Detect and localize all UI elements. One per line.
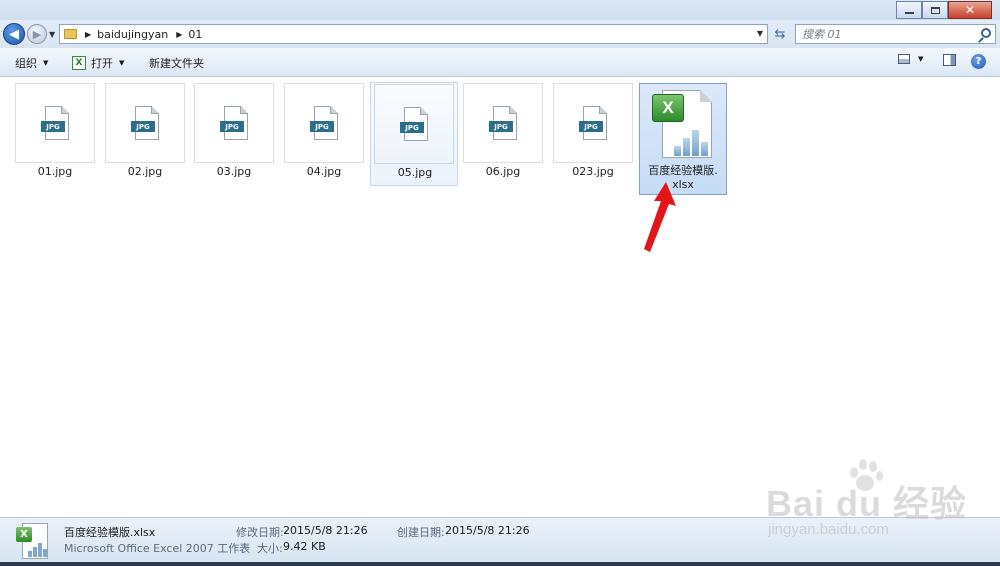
preview-pane-icon (943, 54, 956, 66)
forward-arrow-icon: ▶ (32, 27, 42, 41)
file-name-line-1: 百度经验模版. (648, 164, 718, 177)
open-button[interactable]: X 打开 ▼ (72, 55, 124, 71)
search-input[interactable]: 搜索 01 (795, 24, 996, 44)
chevron-down-icon: ▼ (119, 59, 125, 67)
chevron-right-icon[interactable]: ▶ (85, 30, 91, 39)
file-thumbnail: JPG (374, 84, 454, 164)
file-type-tag: JPG (220, 121, 244, 132)
excel-badge: X (16, 527, 32, 542)
selected-file-item[interactable]: X 百度经验模版. xlsx (639, 83, 727, 195)
excel-file-icon: X (16, 523, 50, 559)
file-item[interactable]: JPG 023.jpg (553, 83, 633, 180)
file-thumbnail: JPG (284, 83, 364, 163)
change-view-button[interactable]: ▼ (898, 54, 923, 64)
new-folder-label: 新建文件夹 (149, 57, 204, 70)
window-controls: ✕ (896, 1, 992, 19)
file-thumbnail: JPG (15, 83, 95, 163)
jpg-file-icon: JPG (489, 106, 519, 140)
back-arrow-icon: ◀ (9, 26, 19, 42)
detail-created-label: 创建日期: (397, 526, 445, 539)
close-icon: ✕ (964, 3, 976, 17)
folder-icon (64, 29, 77, 39)
refresh-icon: ⇆ (774, 26, 786, 42)
title-bar: ✕ (0, 0, 1000, 20)
file-thumbnail: JPG (105, 83, 185, 163)
detail-size-value: 9.42 KB (283, 540, 326, 553)
file-item[interactable]: JPG 03.jpg (194, 83, 274, 180)
details-pane: X 百度经验模版.xlsx Microsoft Office Excel 200… (0, 517, 1000, 566)
detail-file-name: 百度经验模版.xlsx (64, 526, 156, 539)
file-item[interactable]: JPG 06.jpg (463, 83, 543, 180)
help-icon: ? (971, 54, 986, 69)
file-name: 023.jpg (572, 165, 614, 178)
navigation-bar: ◀ ▶ ▼ ▶ baidujingyan ▶ 01 ▼ ⇆ 搜索 01 (0, 20, 1000, 48)
open-label: 打开 (91, 57, 113, 70)
new-folder-button[interactable]: 新建文件夹 (149, 55, 204, 71)
minimize-icon (904, 12, 914, 14)
maximize-icon (930, 6, 940, 14)
breadcrumb-01[interactable]: 01 (188, 28, 202, 41)
detail-modified-label: 修改日期: (236, 526, 284, 539)
detail-modified-value: 2015/5/8 21:26 (283, 524, 368, 537)
detail-created-value: 2015/5/8 21:26 (445, 524, 530, 537)
breadcrumb-baidujingyan[interactable]: baidujingyan (97, 28, 168, 41)
organize-label: 组织 (15, 57, 37, 70)
organize-button[interactable]: 组织 ▼ (15, 55, 48, 71)
jpg-file-icon: JPG (400, 107, 430, 141)
file-name: 02.jpg (127, 165, 163, 178)
file-list-pane[interactable]: JPG 01.jpg JPG 02.jpg JPG 03.jpg JPG 04.… (0, 77, 1000, 517)
jpg-file-icon: JPG (310, 106, 340, 140)
excel-icon: X (72, 56, 86, 70)
excel-file-icon: X (652, 88, 716, 160)
file-name: 06.jpg (485, 165, 521, 178)
back-button[interactable]: ◀ (3, 23, 25, 45)
search-placeholder: 搜索 01 (802, 28, 842, 41)
jpg-file-icon: JPG (41, 106, 71, 140)
file-type-tag: JPG (489, 121, 513, 132)
file-type-tag: JPG (400, 122, 424, 133)
detail-file-type: Microsoft Office Excel 2007 工作表 (64, 542, 251, 555)
chevron-down-icon: ▼ (43, 59, 49, 67)
chevron-down-icon: ▼ (918, 55, 924, 63)
jpg-file-icon: JPG (220, 106, 250, 140)
refresh-button[interactable]: ⇆ (770, 24, 790, 44)
chevron-right-icon[interactable]: ▶ (176, 30, 182, 39)
maximize-button[interactable] (922, 1, 948, 19)
detail-size-label: 大小: (257, 542, 283, 555)
file-item[interactable]: JPG 02.jpg (105, 83, 185, 180)
file-item[interactable]: JPG 01.jpg (15, 83, 95, 180)
file-thumbnail: JPG (463, 83, 543, 163)
address-bar[interactable]: ▶ baidujingyan ▶ 01 ▼ (59, 24, 768, 44)
minimize-button[interactable] (896, 1, 922, 19)
file-thumbnail: JPG (553, 83, 633, 163)
forward-button[interactable]: ▶ (27, 24, 47, 44)
file-name: 05.jpg (397, 166, 433, 179)
file-name: 03.jpg (216, 165, 252, 178)
red-arrow-annotation (644, 182, 676, 252)
preview-pane-button[interactable] (943, 54, 956, 66)
address-dropdown-icon[interactable]: ▼ (757, 29, 763, 38)
file-item[interactable]: JPG 04.jpg (284, 83, 364, 180)
command-bar: 组织 ▼ X 打开 ▼ 新建文件夹 ▼ ? (0, 48, 1000, 77)
file-name: 04.jpg (306, 165, 342, 178)
close-button[interactable]: ✕ (948, 1, 992, 19)
file-type-tag: JPG (41, 121, 65, 132)
search-icon[interactable] (981, 28, 991, 38)
excel-badge: X (652, 94, 684, 122)
recent-pages-dropdown-icon[interactable]: ▼ (49, 30, 55, 39)
file-type-tag: JPG (310, 121, 334, 132)
view-icon (898, 54, 910, 64)
chart-graphic (674, 126, 710, 156)
file-name: 01.jpg (37, 165, 73, 178)
jpg-file-icon: JPG (579, 106, 609, 140)
help-button[interactable]: ? (971, 54, 986, 69)
file-thumbnail: JPG (194, 83, 274, 163)
file-type-tag: JPG (579, 121, 603, 132)
taskbar-edge (0, 562, 1000, 566)
jpg-file-icon: JPG (131, 106, 161, 140)
file-item[interactable]: JPG 05.jpg (370, 82, 458, 186)
file-type-tag: JPG (131, 121, 155, 132)
